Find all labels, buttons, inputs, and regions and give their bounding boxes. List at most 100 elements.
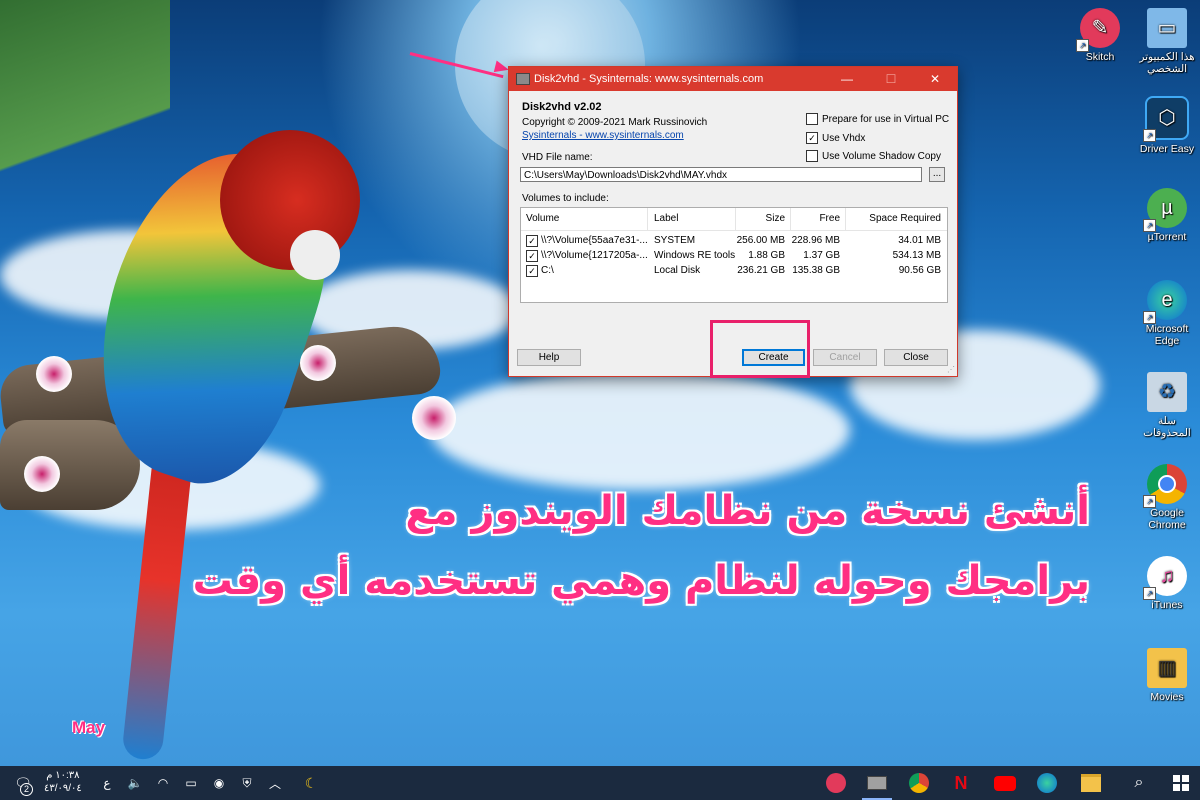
taskbar-skitch-icon[interactable] [820, 766, 852, 800]
close-window-button[interactable]: ✕ [913, 67, 957, 91]
battery-icon[interactable]: ▭ [180, 766, 202, 800]
webcam-icon[interactable]: ◉ [208, 766, 230, 800]
desktop-icon-label: Driver Easy [1139, 143, 1195, 155]
wallpaper-parrot-face [290, 230, 340, 280]
create-button-highlight [710, 320, 810, 378]
minimize-button[interactable]: — [825, 67, 869, 91]
checkbox-box[interactable]: ✓ [806, 132, 818, 144]
notification-center-button[interactable]: 🗨 2 [6, 766, 40, 800]
desktop-icon-label: Microsoft Edge [1145, 323, 1189, 347]
wifi-icon[interactable]: ◠ [152, 766, 174, 800]
desktop-icon-recycle-bin[interactable]: ♻ سلة المحذوفات [1134, 372, 1200, 439]
taskbar-youtube-icon[interactable] [988, 766, 1022, 800]
column-header-size[interactable]: Size [735, 208, 785, 230]
taskbar-chrome-icon[interactable] [902, 766, 936, 800]
volume-row[interactable]: ✓ \\?\Volume{1217205a-... Windows RE too… [521, 248, 947, 263]
desktop-icon-chrome[interactable]: ↗ Google Chrome [1134, 464, 1200, 531]
clock-date: ٤٣/٠٩/٠٤ [44, 783, 82, 794]
volume-label: Windows RE tools [654, 250, 736, 261]
desktop-icon-edge[interactable]: e ↗ Microsoft Edge [1134, 280, 1200, 347]
maximize-button[interactable]: ☐ [869, 67, 913, 91]
taskbar-netflix-icon[interactable]: N [944, 766, 978, 800]
volume-space-required: 34.01 MB [898, 235, 941, 246]
wallpaper-orchid [412, 396, 456, 440]
desktop-icon-label: Skitch [1085, 51, 1115, 63]
volume-name: \\?\Volume{55aa7e31-... [541, 235, 648, 246]
volume-size: 256.00 MB [736, 235, 785, 246]
volume-checkbox[interactable]: ✓ [526, 250, 538, 262]
desktop-icon-this-pc[interactable]: ▭ هذا الكمبيوتر الشخصي [1134, 8, 1200, 75]
checkbox-label: Use Volume Shadow Copy [822, 150, 941, 162]
security-shield-icon[interactable]: ⛨ [236, 766, 258, 800]
volume-size: 1.88 GB [748, 250, 785, 261]
app-title: Disk2vhd v2.02 [522, 101, 602, 113]
desktop-icon-skitch[interactable]: ✎ ↗ Skitch [1067, 8, 1133, 63]
wallpaper-orchid [24, 456, 60, 492]
use-vhdx-checkbox[interactable]: ✓ Use Vhdx [806, 132, 865, 144]
edge-icon: e ↗ [1143, 280, 1187, 324]
input-language-indicator[interactable]: ع [96, 766, 118, 800]
desktop-icon-itunes[interactable]: ♫ ↗ iTunes [1134, 556, 1200, 611]
chrome-icon: ↗ [1143, 464, 1187, 508]
title-bar[interactable]: Disk2vhd - Sysinternals: www.sysinternal… [509, 67, 957, 91]
taskbar-edge-icon[interactable] [1030, 766, 1064, 800]
use-volume-shadow-copy-checkbox[interactable]: Use Volume Shadow Copy [806, 150, 941, 162]
night-light-moon-icon[interactable]: ☾ [298, 766, 324, 800]
checkbox-box[interactable] [806, 113, 818, 125]
desktop-icon-label: سلة المحذوفات [1143, 415, 1191, 439]
volumes-list: Volume Label Size Free Space Required ✓ … [520, 207, 948, 303]
sysinternals-link[interactable]: Sysinternals - www.sysinternals.com [522, 130, 684, 141]
desktop-icon-label: Movies [1150, 691, 1184, 703]
volume-free: 135.38 GB [792, 265, 840, 276]
volume-row[interactable]: ✓ C:\ Local Disk 236.21 GB 135.38 GB 90.… [521, 263, 947, 278]
volumes-list-header: Volume Label Size Free Space Required [521, 208, 947, 231]
volume-free: 1.37 GB [803, 250, 840, 261]
copyright-text: Copyright © 2009-2021 Mark Russinovich [522, 117, 708, 128]
wallpaper-orchid [300, 345, 336, 381]
volume-name: C:\ [541, 265, 554, 276]
start-button[interactable] [1164, 766, 1198, 800]
clock-time: ١٠:٣٨ م [46, 770, 80, 781]
desktop-icon-label: Google Chrome [1148, 507, 1186, 531]
volume-checkbox[interactable]: ✓ [526, 265, 538, 277]
checkbox-label: Use Vhdx [822, 132, 866, 144]
shortcut-arrow-icon: ↗ [1143, 311, 1156, 324]
recycle-bin-icon: ♻ [1147, 372, 1187, 412]
taskbar-disk2vhd-icon[interactable] [860, 766, 894, 800]
volume-checkbox[interactable]: ✓ [526, 235, 538, 247]
wallpaper-cloud [430, 370, 850, 490]
wallpaper-palm [0, 0, 170, 240]
volume-row[interactable]: ✓ \\?\Volume{55aa7e31-... SYSTEM 256.00 … [521, 233, 947, 248]
desktop-icon-movies[interactable]: ▥ Movies [1134, 648, 1200, 703]
help-button[interactable]: Help [517, 349, 581, 366]
desktop-icon-driver-easy[interactable]: ⬡ ↗ Driver Easy [1134, 96, 1200, 155]
checkbox-label: Prepare for use in Virtual PC [822, 113, 950, 125]
desktop-icon-utorrent[interactable]: µ ↗ µTorrent [1134, 188, 1200, 243]
wallpaper-orchid [36, 356, 72, 392]
taskbar: 🗨 2 ١٠:٣٨ م ٤٣/٠٩/٠٤ ع 🔈 ◠ ▭ ◉ ⛨ ︿ ☾ N ⌕ [0, 766, 1200, 800]
checkbox-box[interactable] [806, 150, 818, 162]
search-icon[interactable]: ⌕ [1122, 766, 1156, 800]
vhd-file-path-input[interactable]: C:\Users\May\Downloads\Disk2vhd\MAY.vhdx [520, 167, 922, 182]
desktop-icon-label: هذا الكمبيوتر الشخصي [1139, 51, 1195, 75]
shortcut-arrow-icon: ↗ [1143, 129, 1156, 142]
skitch-icon: ✎ ↗ [1076, 8, 1120, 52]
cancel-button: Cancel [813, 349, 877, 366]
close-button[interactable]: Close [884, 349, 948, 366]
column-header-free[interactable]: Free [790, 208, 840, 230]
folder-icon: ▥ [1147, 648, 1187, 688]
browse-button[interactable]: ... [929, 167, 945, 182]
this-pc-icon: ▭ [1147, 8, 1187, 48]
column-header-label[interactable]: Label [654, 208, 678, 230]
resize-grip-icon[interactable]: ⋰ [947, 365, 955, 374]
volume-muted-icon[interactable]: 🔈 [124, 766, 146, 800]
utorrent-icon: µ ↗ [1143, 188, 1187, 232]
prepare-virtual-pc-checkbox[interactable]: Prepare for use in Virtual PC [806, 113, 949, 125]
taskbar-file-explorer-icon[interactable] [1074, 766, 1108, 800]
overlay-text-line2: برامجك وحوله لنظام وهمي تستخدمه أي وقت [192, 558, 1090, 604]
taskbar-clock[interactable]: ١٠:٣٨ م ٤٣/٠٩/٠٤ [44, 769, 82, 795]
column-header-space-required[interactable]: Space Required [845, 208, 941, 230]
volume-free: 228.96 MB [791, 235, 840, 246]
show-hidden-icons-chevron-up-icon[interactable]: ︿ [264, 766, 286, 800]
column-header-volume[interactable]: Volume [526, 208, 559, 230]
